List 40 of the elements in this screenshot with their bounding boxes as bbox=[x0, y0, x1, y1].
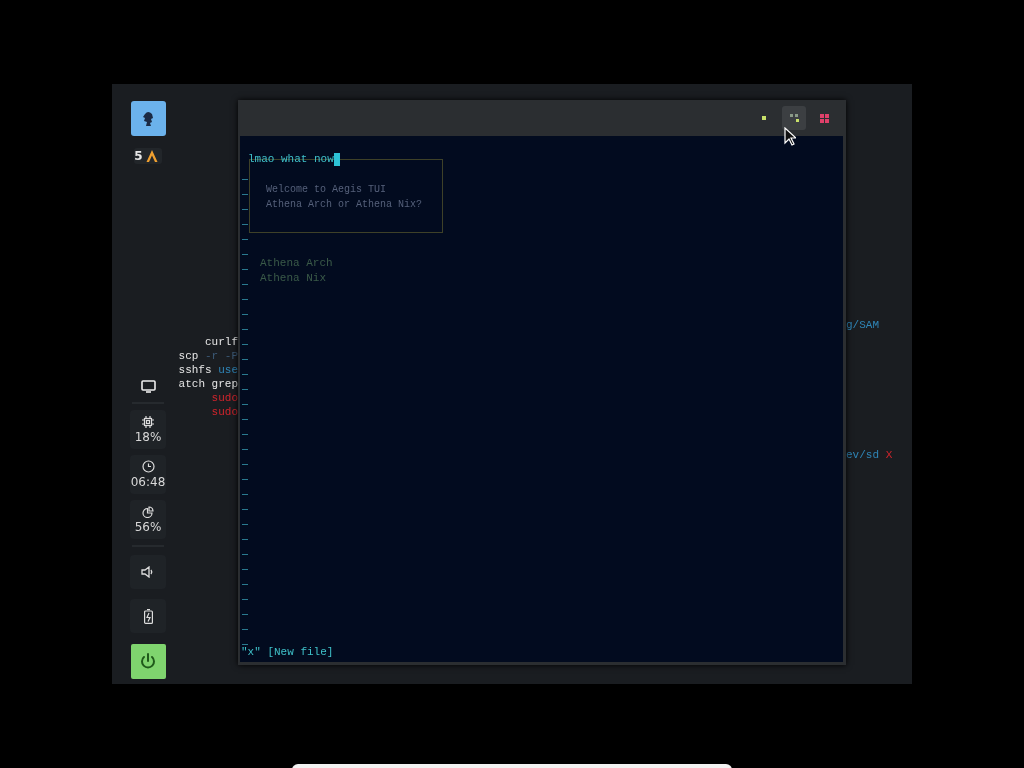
terminal-text: g/SAM bbox=[846, 319, 879, 331]
pie-chart-icon bbox=[142, 505, 154, 518]
minimize-icon bbox=[762, 116, 766, 120]
dialog-text: Welcome to Aegis TUI bbox=[266, 183, 388, 197]
power-button[interactable] bbox=[130, 644, 166, 679]
terminal-text: use bbox=[218, 364, 238, 376]
dialog-text: Athena Arch or Athena Nix? bbox=[266, 198, 424, 212]
cpu-reading: 18% bbox=[134, 429, 162, 444]
speaker-icon bbox=[141, 566, 155, 578]
power-icon bbox=[140, 653, 156, 670]
workspace-count: 5 bbox=[134, 149, 143, 163]
mouse-pointer-icon bbox=[784, 127, 796, 146]
memory-reading: 56% bbox=[134, 519, 162, 534]
terminal-text: sudo bbox=[211, 392, 238, 404]
terminal-text: sshfs bbox=[178, 364, 212, 376]
text-cursor bbox=[333, 153, 340, 166]
workspace-button[interactable] bbox=[130, 101, 166, 136]
workspace-indicator[interactable]: 5 bbox=[134, 148, 162, 164]
prompt-text: lmao what now bbox=[248, 152, 334, 167]
terminal-text: scp bbox=[178, 350, 199, 362]
terminal-text: curlf bbox=[205, 336, 238, 348]
maximize-icon bbox=[789, 114, 799, 122]
cpu-icon bbox=[142, 415, 154, 428]
clock-icon bbox=[141, 460, 155, 473]
maximize-button[interactable] bbox=[782, 106, 806, 130]
terminal-text: -r -P bbox=[205, 350, 238, 362]
volume-button[interactable] bbox=[130, 555, 166, 589]
battery-icon bbox=[143, 608, 153, 624]
status-line: "x" [New file] bbox=[241, 645, 334, 660]
battery-button[interactable] bbox=[130, 599, 166, 633]
arch-icon bbox=[144, 149, 159, 163]
terminal-text: atch grep bbox=[178, 378, 238, 390]
terminal-text: ev/sd bbox=[846, 449, 879, 461]
clock-reading: 06:48 bbox=[130, 475, 166, 489]
option-text[interactable]: Athena Arch bbox=[260, 256, 333, 271]
terminal-text: X bbox=[885, 449, 893, 461]
monitor-icon[interactable] bbox=[140, 380, 156, 393]
terminal-text: sudo bbox=[211, 406, 238, 418]
close-icon bbox=[819, 113, 829, 123]
option-text[interactable]: Athena Nix bbox=[260, 271, 333, 286]
